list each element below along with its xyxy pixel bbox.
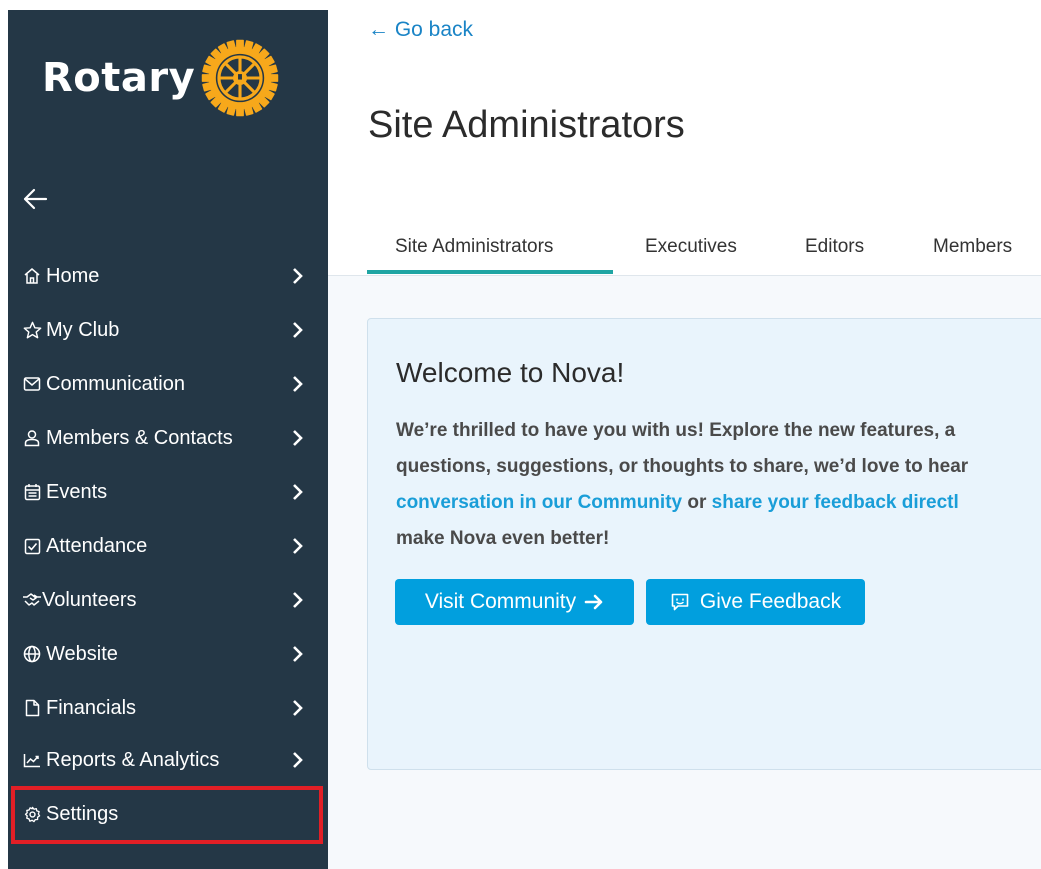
globe-icon [22, 644, 42, 664]
sidebar-item-website[interactable]: Website [8, 632, 328, 676]
tab-editors[interactable]: Editors [805, 236, 864, 258]
welcome-line: conversation in our Community or share y… [396, 485, 1041, 521]
handshake-icon [22, 590, 42, 610]
sidebar-item-label: Financials [46, 696, 137, 719]
sidebar-item-home[interactable]: Home [8, 254, 328, 298]
give-feedback-button[interactable]: Give Feedback [646, 579, 865, 625]
sidebar-item-label: Website [46, 642, 118, 665]
logo-text: Rotary [42, 55, 196, 101]
sidebar-item-events[interactable]: Events [8, 470, 328, 514]
rotary-logo[interactable]: Rotary [42, 39, 279, 117]
community-conversation-link[interactable]: conversation in our Community [396, 492, 682, 513]
chevron-right-icon [293, 700, 303, 716]
page-header: ← Go back Site Administrators Site Admin… [328, 0, 1041, 276]
sidebar-item-financials[interactable]: Financials [8, 686, 328, 730]
star-icon [22, 320, 42, 340]
settings-highlight-box [11, 786, 323, 844]
chart-icon [22, 750, 42, 770]
tab-site-administrators[interactable]: Site Administrators [395, 236, 553, 258]
visit-community-button[interactable]: Visit Community [395, 579, 634, 625]
sidebar-item-members-contacts[interactable]: Members & Contacts [8, 416, 328, 460]
sidebar-item-label: Home [46, 264, 100, 287]
sidebar-item-label: My Club [46, 318, 120, 341]
sidebar: Rotary Home My Club Communication Member… [8, 10, 328, 869]
sidebar-item-label: Volunteers [42, 588, 137, 611]
sidebar-item-label: Reports & Analytics [46, 748, 220, 771]
chevron-right-icon [293, 484, 303, 500]
connector-text: or [682, 492, 712, 513]
sidebar-item-communication[interactable]: Communication [8, 362, 328, 406]
welcome-line: questions, suggestions, or thoughts to s… [396, 456, 969, 477]
chevron-right-icon [293, 268, 303, 284]
arrow-right-icon [584, 594, 603, 610]
sidebar-item-volunteers[interactable]: Volunteers [8, 578, 328, 622]
welcome-title: Welcome to Nova! [396, 357, 625, 388]
user-icon [22, 428, 42, 448]
sidebar-item-attendance[interactable]: Attendance [8, 524, 328, 568]
main-content: ← Go back Site Administrators Site Admin… [328, 0, 1041, 869]
sidebar-item-label: Attendance [46, 534, 148, 557]
go-back-link[interactable]: ← Go back [368, 18, 473, 42]
visit-community-label: Visit Community [424, 590, 577, 613]
chevron-right-icon [293, 752, 303, 768]
chevron-right-icon [293, 538, 303, 554]
sidebar-item-label: Communication [46, 372, 185, 395]
chevron-right-icon [293, 592, 303, 608]
chevron-right-icon [293, 430, 303, 446]
welcome-line: We’re thrilled to have you with us! Expl… [396, 420, 956, 441]
welcome-line: make Nova even better! [396, 528, 610, 549]
give-feedback-label: Give Feedback [699, 590, 842, 613]
share-feedback-link[interactable]: share your feedback directl [712, 492, 959, 513]
chevron-right-icon [293, 322, 303, 338]
feedback-icon [671, 593, 689, 611]
page-title: Site Administrators [368, 104, 685, 146]
mail-icon [22, 374, 42, 394]
file-icon [22, 698, 42, 718]
chevron-right-icon [293, 646, 303, 662]
calendar-icon [22, 482, 42, 502]
rotary-wheel-icon [201, 39, 279, 117]
checkbox-icon [22, 536, 42, 556]
active-tab-indicator [367, 270, 613, 274]
sidebar-item-label: Events [46, 480, 108, 503]
tab-executives[interactable]: Executives [645, 236, 737, 258]
sidebar-item-reports-analytics[interactable]: Reports & Analytics [8, 738, 328, 782]
collapse-sidebar-icon[interactable] [22, 186, 48, 212]
welcome-message: We’re thrilled to have you with us! Expl… [396, 413, 1041, 557]
sidebar-item-label: Members & Contacts [46, 426, 233, 449]
welcome-card: Welcome to Nova! We’re thrilled to have … [367, 318, 1041, 770]
tab-members[interactable]: Members [933, 236, 1012, 258]
home-icon [22, 266, 42, 286]
chevron-right-icon [293, 376, 303, 392]
sidebar-item-my-club[interactable]: My Club [8, 308, 328, 352]
